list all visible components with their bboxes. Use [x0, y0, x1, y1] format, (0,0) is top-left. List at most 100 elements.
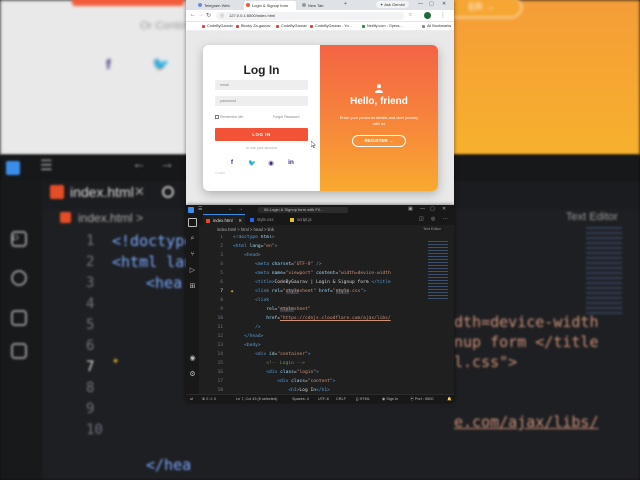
- minimize-button[interactable]: —: [418, 1, 423, 7]
- line-endings[interactable]: CRLF: [336, 395, 346, 403]
- site-info-icon[interactable]: ⓘ: [220, 12, 224, 20]
- browser-menu-icon[interactable]: ⋮: [440, 12, 446, 19]
- editor-titlebar: ☰ ← → 06-Login & Signup form with Fli...…: [186, 205, 454, 214]
- source-control-icon[interactable]: ⑂: [188, 250, 197, 259]
- bg-or-text: Or Contin: [140, 20, 188, 32]
- tab-index-html[interactable]: index.html ✕: [203, 214, 245, 225]
- remote-icon[interactable]: ⇌: [190, 395, 193, 403]
- notifications-icon[interactable]: 🔔: [447, 395, 452, 403]
- maximize-button[interactable]: ▢: [429, 1, 434, 7]
- bg-menu-icon: ☰: [40, 157, 53, 173]
- url-input[interactable]: ⓘ 127.0.0.1:5500/index.html: [216, 12, 404, 20]
- more-actions-icon[interactable]: ⋯: [443, 216, 448, 222]
- bg-gutter: 1 2 3 4 5 6 7 8 9 10: [86, 233, 103, 438]
- close-icon[interactable]: ✕: [442, 206, 446, 212]
- cursor-position[interactable]: Ln 7, Col 43 (5 selected): [236, 395, 277, 403]
- code-line: <div id="container">: [255, 352, 311, 357]
- layout-icon[interactable]: ▣: [408, 206, 413, 212]
- minimap[interactable]: [428, 241, 448, 301]
- indentation[interactable]: Spaces: 4: [292, 395, 309, 403]
- bg-lightbulb-icon: ✦: [112, 353, 120, 367]
- bookmark-item[interactable]: CodeByGaurav - Yo...: [310, 23, 352, 30]
- email-field[interactable]: email: [215, 80, 308, 90]
- port-label: Port : 5500: [414, 397, 434, 401]
- nav-back-icon[interactable]: ←: [228, 206, 233, 212]
- twitter-icon[interactable]: 🐦: [247, 159, 257, 167]
- facebook-icon[interactable]: f: [227, 159, 237, 166]
- tab-label: index.html: [213, 218, 233, 223]
- lightbulb-icon[interactable]: ✦: [230, 289, 234, 295]
- new-tab-button[interactable]: +: [344, 1, 347, 7]
- breadcrumb[interactable]: index.html > html > head > link: [199, 225, 454, 234]
- welcome-title: Hello, friend: [350, 96, 408, 107]
- tab-script-js[interactable]: script.js: [287, 214, 323, 225]
- checkbox-box[interactable]: [215, 115, 219, 119]
- line-number: 16: [217, 370, 223, 375]
- browser-tab[interactable]: New Tab: [300, 1, 340, 10]
- code-line: <h1>Log In</h1>: [288, 388, 330, 393]
- editor-title: 06-Login & Signup form with Fli...: [264, 206, 323, 212]
- github-icon[interactable]: ◉: [266, 159, 276, 167]
- browser-tab[interactable]: Telegram Web: [196, 1, 240, 10]
- account-icon[interactable]: ◉: [188, 354, 197, 363]
- bg-search-icon: ⌕: [11, 229, 20, 246]
- menu-icon[interactable]: ☰: [198, 206, 202, 212]
- preview-icon[interactable]: ◎: [431, 216, 435, 222]
- settings-gear-icon[interactable]: ⚙: [188, 370, 197, 379]
- code-line: <link: [255, 298, 269, 303]
- remember-me-checkbox[interactable]: Remember Me: [215, 115, 243, 119]
- maximize-icon[interactable]: ▢: [430, 206, 435, 212]
- explorer-icon[interactable]: [188, 218, 197, 227]
- code-line: <meta name="viewport" content="width=dev…: [255, 271, 391, 276]
- bg-minimap: [586, 227, 622, 317]
- forgot-password-link[interactable]: Forgot Password: [273, 115, 299, 119]
- bookmark-item[interactable]: Blocky Za-gaurav: [236, 23, 271, 30]
- language-mode[interactable]: {} HTML: [356, 395, 370, 403]
- bg-code-line: <hea: [146, 274, 183, 292]
- bookmark-item[interactable]: CodeByGaurav: [276, 23, 307, 30]
- browser-tab-strip: Telegram Web Login & Signup form New Tab…: [186, 0, 454, 10]
- all-bookmarks[interactable]: All Bookmarks: [422, 23, 451, 30]
- bookmark-item[interactable]: Netlify.com - Opera...: [362, 23, 403, 30]
- ask-gemini-button[interactable]: ✦ Ask Gemini: [376, 1, 409, 8]
- line-number: 2: [220, 244, 223, 249]
- welcome-subtitle: Enter your personal details and start jo…: [339, 115, 419, 126]
- linkedin-icon[interactable]: in: [286, 159, 296, 166]
- run-debug-icon[interactable]: ▷: [188, 266, 197, 275]
- extensions-icon[interactable]: ⊞: [188, 282, 197, 291]
- minimize-icon[interactable]: —: [420, 206, 425, 212]
- split-editor-icon[interactable]: ◫: [419, 216, 424, 222]
- login-card: Log In email password Remember Me Forgot…: [203, 45, 438, 191]
- password-field[interactable]: password: [215, 96, 308, 106]
- login-button[interactable]: LOG IN: [215, 128, 308, 141]
- bg-code-line: </hea: [146, 456, 192, 474]
- code-area[interactable]: 1 2 3 4 5 6 7 8 9 10 11 12 13 14 15 16 1…: [199, 235, 454, 393]
- bookmark-item[interactable]: CodeByGaurav: [202, 23, 233, 30]
- back-icon[interactable]: ←: [190, 12, 196, 18]
- line-number: 11: [217, 325, 223, 330]
- close-window-button[interactable]: ✕: [442, 1, 446, 7]
- live-server-port[interactable]: ⦿ Port : 5500: [410, 395, 433, 403]
- sign-in-button[interactable]: ◉ Sign In: [382, 395, 398, 403]
- nav-forward-icon[interactable]: →: [238, 206, 243, 212]
- browser-tab-active[interactable]: Login & Signup form: [244, 1, 296, 10]
- bookmark-icon: [236, 25, 239, 28]
- bg-activity-bar: [0, 181, 42, 480]
- line-number: 14: [217, 352, 223, 357]
- problems-indicator[interactable]: ⊗ 0 ⚠ 0: [202, 395, 216, 403]
- bg-code-line: dth=device-width: [454, 313, 599, 331]
- tab-style-css[interactable]: style.css: [247, 214, 283, 225]
- reload-icon[interactable]: ↻: [206, 12, 211, 19]
- avatar[interactable]: [424, 12, 431, 19]
- register-button[interactable]: REGISTER →: [352, 135, 406, 147]
- css-file-icon: [250, 217, 254, 222]
- encoding[interactable]: UTF-8: [318, 395, 329, 403]
- bookmark-star-icon[interactable]: ☆: [408, 12, 412, 18]
- url-text: 127.0.0.1:5500/index.html: [229, 13, 276, 18]
- search-icon[interactable]: ⌕: [188, 234, 197, 243]
- bookmark-label: Blocky Za-gaurav: [241, 24, 271, 28]
- forward-icon[interactable]: →: [198, 12, 204, 18]
- sign-in-label: Sign In: [386, 397, 399, 401]
- bg-back-icon: ←: [132, 155, 146, 171]
- bg-forward-icon: →: [160, 155, 174, 171]
